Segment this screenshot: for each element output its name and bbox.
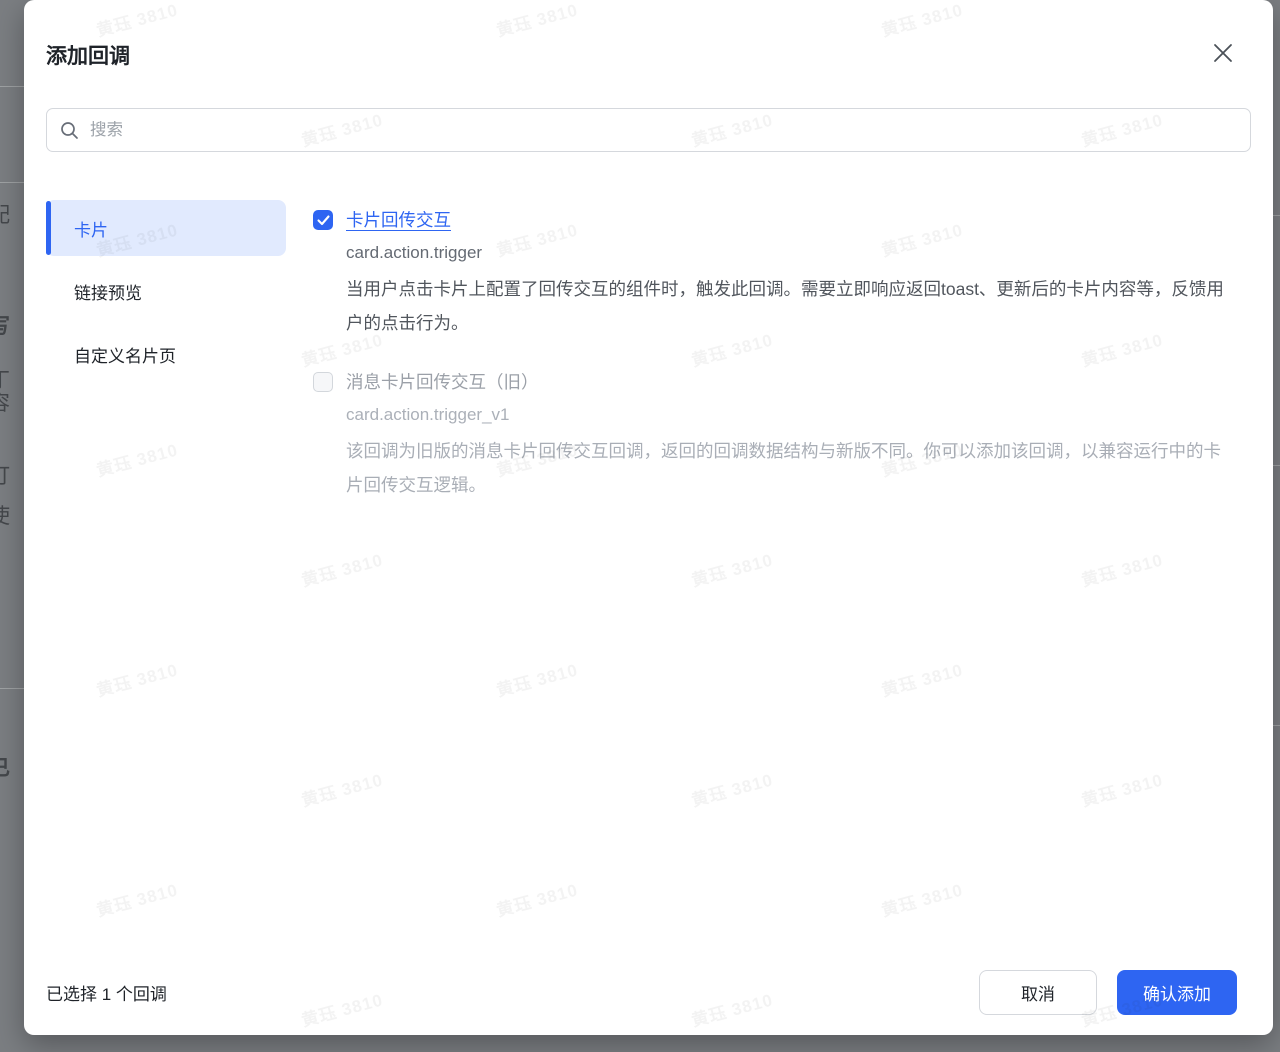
backdrop-divider (1273, 215, 1280, 216)
backdrop-divider (0, 182, 24, 183)
sidebar-item-label: 卡片 (74, 216, 108, 241)
add-callback-dialog: 黄珏 3810黄珏 3810黄珏 3810黄珏 3810黄珏 3810黄珏 38… (24, 0, 1273, 1035)
callback-option-card-action-trigger-v1: 消息卡片回传交互（旧） card.action.trigger_v1 该回调为旧… (313, 370, 1251, 502)
option-text: 消息卡片回传交互（旧） card.action.trigger_v1 该回调为旧… (346, 370, 1234, 502)
checkbox-checked[interactable] (313, 210, 333, 230)
background-text-fragment: 打 (0, 466, 10, 488)
backdrop-divider (0, 86, 24, 87)
background-text-fragment: 写 (0, 316, 10, 338)
background-text-fragment: 丁 (0, 370, 10, 392)
search-input[interactable] (90, 121, 1237, 140)
dialog-footer: 已选择 1 个回调 取消 确认添加 (46, 970, 1237, 1015)
cancel-button[interactable]: 取消 (979, 970, 1097, 1015)
sidebar-item-label: 自定义名片页 (74, 342, 176, 367)
close-icon (1212, 42, 1234, 67)
background-text-fragment: 容 (0, 393, 10, 415)
backdrop-divider (1273, 465, 1280, 466)
option-code: card.action.trigger_v1 (346, 403, 1234, 427)
option-title[interactable]: 卡片回传交互 (346, 208, 1234, 232)
dialog-header: 添加回调 (24, 0, 1273, 70)
option-code: card.action.trigger (346, 241, 1234, 265)
background-text-fragment: 使 (0, 506, 10, 528)
search-box (46, 108, 1251, 152)
dialog-title: 添加回调 (46, 40, 1251, 70)
footer-actions: 取消 确认添加 (979, 970, 1237, 1015)
callback-option-list: 卡片回传交互 card.action.trigger 当用户点击卡片上配置了回传… (313, 200, 1251, 532)
option-description: 当用户点击卡片上配置了回传交互的组件时，触发此回调。需要立即响应返回toast、… (346, 273, 1234, 340)
check-icon (317, 215, 330, 226)
backdrop-divider (0, 688, 24, 689)
sidebar-item-link-preview[interactable]: 链接预览 (46, 263, 286, 319)
selection-summary: 已选择 1 个回调 (46, 980, 167, 1005)
callback-option-card-action-trigger: 卡片回传交互 card.action.trigger 当用户点击卡片上配置了回传… (313, 208, 1251, 340)
background-text-fragment: 已 (0, 758, 10, 780)
category-sidebar: 卡片 链接预览 自定义名片页 (46, 200, 286, 532)
option-description: 该回调为旧版的消息卡片回传交互回调，返回的回调数据结构与新版不同。你可以添加该回… (346, 435, 1234, 502)
option-title: 消息卡片回传交互（旧） (346, 370, 1234, 394)
option-text: 卡片回传交互 card.action.trigger 当用户点击卡片上配置了回传… (346, 208, 1234, 340)
backdrop-divider (1273, 725, 1280, 726)
background-text-fragment: 配 (0, 205, 10, 227)
sidebar-item-label: 链接预览 (74, 279, 142, 304)
sidebar-item-custom-profile[interactable]: 自定义名片页 (46, 326, 286, 382)
confirm-add-button[interactable]: 确认添加 (1117, 970, 1237, 1015)
sidebar-item-card[interactable]: 卡片 (46, 200, 286, 256)
close-button[interactable] (1209, 40, 1237, 68)
search-icon (60, 121, 79, 140)
checkbox-unchecked[interactable] (313, 372, 333, 392)
